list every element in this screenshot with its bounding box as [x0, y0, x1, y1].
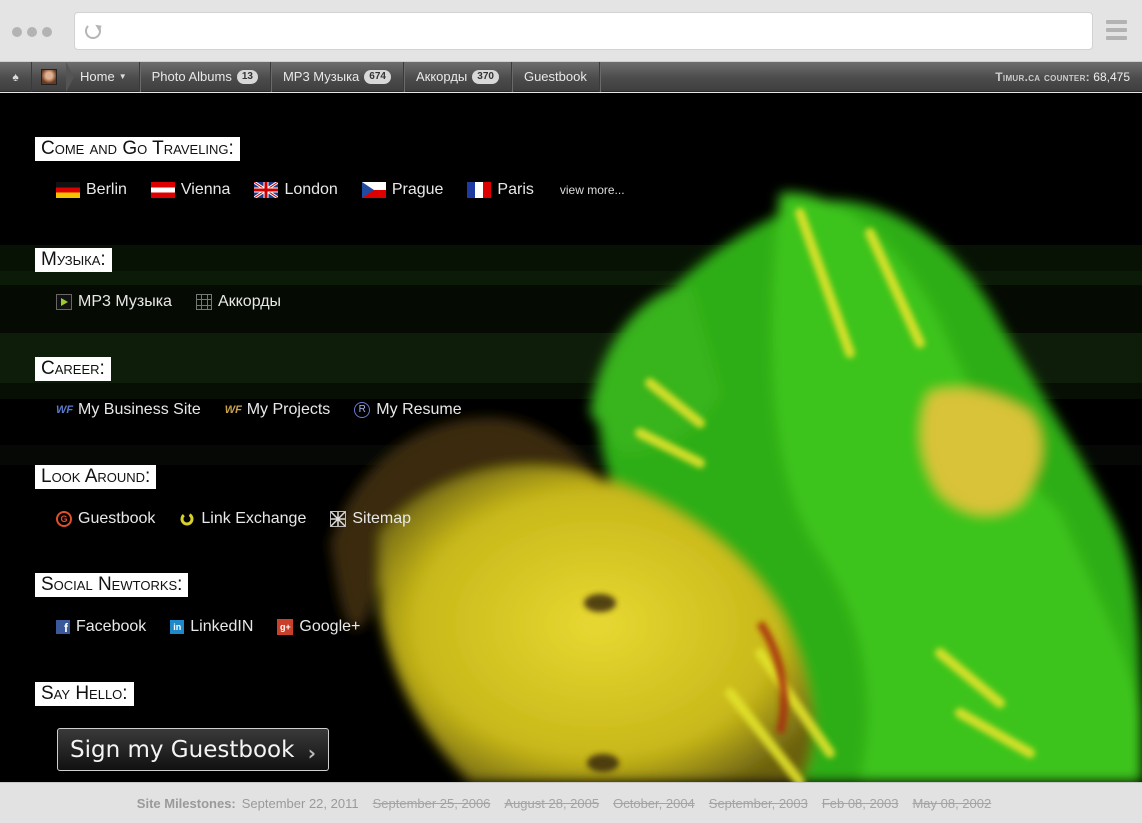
play-icon [56, 294, 72, 310]
link-label: LinkedIN [190, 618, 254, 635]
travel-links: Berlin Vienna London Prague Paris view m… [56, 181, 649, 199]
reload-icon[interactable] [85, 23, 101, 39]
google-plus-icon: g+ [277, 619, 294, 635]
site-navbar: ♠ Home ▼ Photo Albums 13 MP3 Музыка 674 Акк… [0, 61, 1142, 92]
milestone-past[interactable]: September, 2003 [709, 796, 808, 811]
link-paris[interactable]: Paris [467, 181, 534, 199]
address-bar[interactable] [74, 12, 1093, 50]
nav-photo-albums[interactable]: Photo Albums 13 [140, 61, 271, 92]
link-label: Link Exchange [201, 510, 307, 527]
link-label: MP3 Музыка [78, 293, 172, 310]
link-projects[interactable]: WF My Projects [225, 401, 331, 419]
link-label: My Business Site [78, 401, 201, 418]
wf-logo-icon: WF [56, 404, 74, 416]
nav-chords[interactable]: Аккорды 370 [404, 61, 512, 92]
social-links: f Facebook in LinkedIN g+ Google+ [56, 618, 384, 636]
link-facebook[interactable]: f Facebook [56, 618, 146, 636]
window-controls[interactable] [12, 27, 52, 37]
counter-label: Timur.ca counter: [995, 69, 1090, 84]
milestone-past[interactable]: October, 2004 [613, 796, 695, 811]
milestones-label: Site Milestones: [136, 795, 236, 811]
link-business-site[interactable]: WF My Business Site [56, 401, 201, 419]
link-label: Аккорды [217, 293, 282, 310]
wf-logo-icon: WF [224, 404, 242, 416]
link-prague[interactable]: Prague [361, 181, 444, 199]
link-label: Vienna [180, 181, 231, 198]
link-label: Prague [391, 181, 444, 198]
section-title-say-hello: Say Hello: [35, 682, 134, 706]
nav-chords-label: Аккорды [415, 69, 468, 84]
look-around-links: G Guestbook Link Exchange Sitemap [56, 510, 435, 528]
chevron-right-icon: › [307, 741, 316, 765]
link-exchange-icon [179, 511, 195, 527]
avatar[interactable] [32, 61, 74, 92]
link-exchange[interactable]: Link Exchange [179, 510, 306, 528]
link-london[interactable]: London [254, 181, 338, 199]
browser-chrome [0, 0, 1142, 62]
count-badge: 13 [236, 69, 258, 84]
link-label: Facebook [76, 618, 147, 635]
hamburger-menu-icon[interactable] [1106, 20, 1127, 40]
link-resume[interactable]: R My Resume [354, 401, 462, 419]
count-badge: 674 [364, 69, 391, 84]
nav-photo-albums-label: Photo Albums [151, 69, 232, 84]
counter-value: 68,475 [1093, 69, 1130, 84]
milestone-past[interactable]: August 28, 2005 [504, 796, 599, 811]
hero-area: Come and Go Traveling: Berlin Vienna Lon… [0, 93, 1142, 782]
link-linkedin[interactable]: in LinkedIN [170, 618, 253, 636]
sign-guestbook-button[interactable]: Sign my Guestbook › [57, 728, 329, 771]
guestbook-icon: G [56, 511, 72, 527]
link-label: Paris [497, 181, 534, 198]
nav-guestbook[interactable]: Guestbook [512, 61, 600, 92]
section-title-travel: Come and Go Traveling: [35, 137, 240, 161]
registered-icon: R [354, 402, 371, 418]
france-flag-icon [467, 182, 492, 198]
site-counter: Timur.ca counter: 68,475 [995, 70, 1142, 84]
career-links: WF My Business Site WF My Projects R My … [56, 401, 486, 419]
link-berlin[interactable]: Berlin [56, 181, 127, 199]
spade-logo-icon[interactable]: ♠ [0, 61, 32, 92]
sign-guestbook-label: Sign my Guestbook [70, 736, 295, 763]
link-label: London [284, 181, 338, 198]
link-google-plus[interactable]: g+ Google+ [277, 618, 360, 636]
link-sections: Come and Go Traveling: Berlin Vienna Lon… [0, 93, 700, 782]
milestone-past[interactable]: May 08, 2002 [912, 796, 991, 811]
link-label: My Projects [246, 401, 331, 418]
sitemap-icon [330, 511, 347, 527]
link-label: Sitemap [352, 510, 412, 527]
uk-flag-icon [254, 182, 279, 198]
section-title-look-around: Look Around: [35, 465, 157, 489]
link-label: Guestbook [78, 510, 156, 527]
nav-home[interactable]: Home ▼ [66, 61, 140, 92]
germany-flag-icon [56, 182, 80, 198]
link-label: My Resume [376, 401, 462, 418]
grid-icon [195, 294, 212, 310]
site-milestones-footer: Site Milestones: September 22, 2011 Sept… [0, 782, 1142, 823]
milestone-current[interactable]: September 22, 2011 [242, 796, 359, 811]
austria-flag-icon [150, 182, 175, 198]
nav-home-label: Home [80, 69, 115, 84]
milestone-past[interactable]: Feb 08, 2003 [822, 796, 899, 811]
section-title-social: Social Newtorks: [35, 573, 189, 597]
nav-guestbook-label: Guestbook [523, 69, 587, 84]
link-vienna[interactable]: Vienna [150, 181, 231, 199]
facebook-icon: f [56, 620, 70, 635]
caret-down-icon: ▼ [118, 72, 127, 81]
milestone-past[interactable]: September 25, 2006 [373, 796, 491, 811]
czech-flag-icon [361, 182, 386, 198]
link-mp3[interactable]: MP3 Музыка [56, 293, 172, 311]
nav-mp3[interactable]: MP3 Музыка 674 [271, 61, 404, 92]
link-guestbook[interactable]: G Guestbook [56, 510, 155, 528]
linkedin-icon: in [170, 620, 185, 634]
link-chords[interactable]: Аккорды [195, 293, 282, 311]
link-label: Google+ [299, 618, 361, 635]
section-title-career: Career: [35, 357, 111, 381]
count-badge: 370 [472, 69, 499, 84]
link-sitemap[interactable]: Sitemap [330, 510, 411, 528]
link-label: Berlin [86, 181, 127, 198]
nav-mp3-label: MP3 Музыка [282, 69, 360, 84]
music-links: MP3 Музыка Аккорды [56, 293, 305, 311]
link-view-more[interactable]: view more... [560, 183, 625, 197]
section-title-music: Музыка: [35, 248, 112, 272]
